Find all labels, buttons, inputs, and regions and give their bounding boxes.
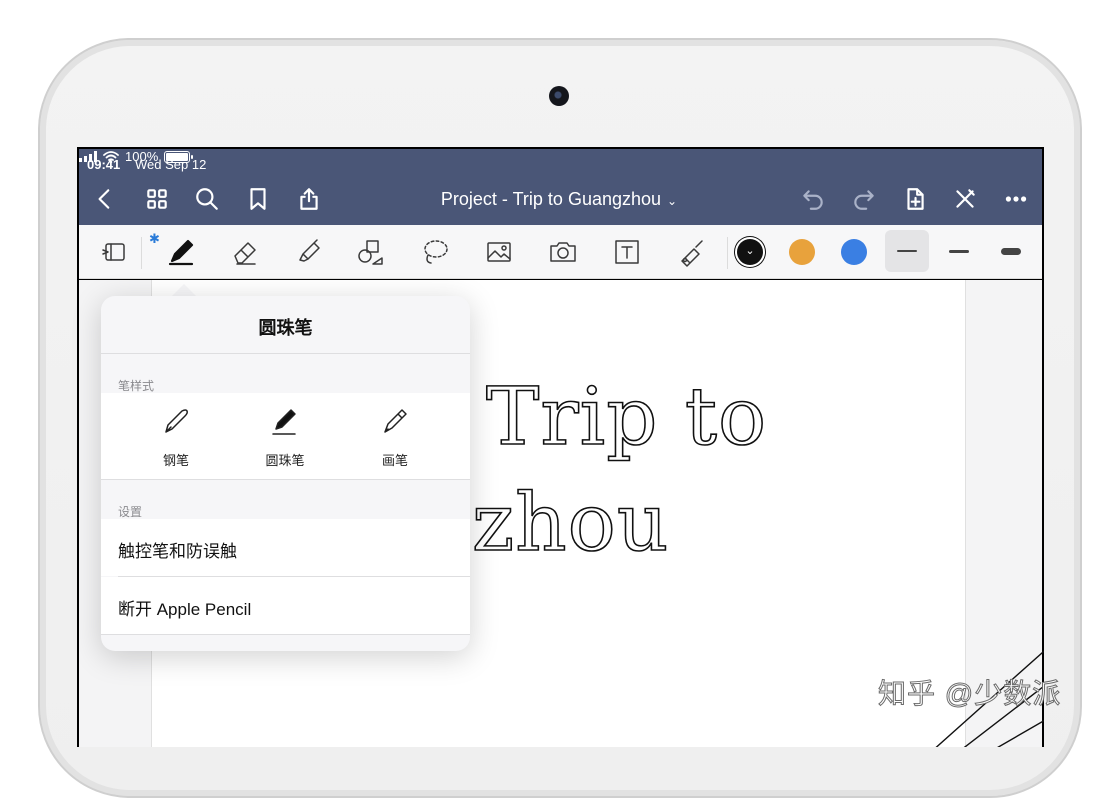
close-x-icon[interactable] <box>951 185 979 213</box>
stylus-palm-rejection-row[interactable]: 触控笔和防误触 <box>101 519 470 576</box>
front-camera <box>549 86 569 106</box>
watermark: 知乎 @少数派 <box>877 678 1062 710</box>
separator <box>101 353 470 354</box>
laser-pointer-icon[interactable] <box>671 233 711 271</box>
ballpoint-pen-icon <box>272 409 296 435</box>
handwritten-line-1: Trip to <box>485 369 768 464</box>
camera-icon[interactable] <box>543 233 583 271</box>
pen-style-label: 钢笔 <box>162 453 189 468</box>
eraser-icon[interactable] <box>225 233 265 271</box>
text-box-icon[interactable] <box>607 233 647 271</box>
grid-icon[interactable] <box>143 185 171 213</box>
document-title[interactable]: Project - Trip to Guangzhou ⌄ <box>379 189 739 210</box>
status-time: 09:41 <box>87 157 121 172</box>
add-page-icon[interactable] <box>901 185 929 213</box>
setting-label: 断开 Apple Pencil <box>118 600 252 619</box>
top-bar: 09:41 Wed Sep 12 100% Project - Trip to … <box>79 149 1042 225</box>
highlighter-icon[interactable] <box>289 233 329 271</box>
settings-header: 设置 <box>118 505 143 519</box>
separator <box>101 634 470 635</box>
battery-icon <box>164 150 194 163</box>
chevron-down-icon: ⌄ <box>667 194 678 208</box>
more-icon[interactable] <box>1002 185 1030 213</box>
bluetooth-icon: ✱ <box>149 231 160 246</box>
disconnect-pencil-row[interactable]: 断开 Apple Pencil <box>101 577 470 634</box>
popover-title: 圆珠笔 <box>258 318 313 338</box>
color-swatch-orange[interactable] <box>789 239 815 265</box>
separator <box>101 479 470 480</box>
pen-style-ballpoint[interactable]: 圆珠笔 <box>245 403 325 469</box>
color-swatch-blue[interactable] <box>841 239 867 265</box>
pen-icon[interactable] <box>161 233 201 271</box>
document-title-text: Project - Trip to Guangzhou <box>440 189 662 209</box>
redo-icon[interactable] <box>850 185 878 213</box>
back-chevron-icon[interactable] <box>91 185 119 213</box>
pen-style-label: 圆珠笔 <box>265 453 305 468</box>
pen-style-brush[interactable]: 画笔 <box>355 403 435 469</box>
setting-label: 触控笔和防误触 <box>118 542 237 561</box>
pen-style-header: 笔样式 <box>118 379 155 393</box>
shapes-icon[interactable] <box>351 233 391 271</box>
stroke-medium-button[interactable] <box>937 230 981 272</box>
toolbar-divider <box>141 237 142 269</box>
status-indicators: 100% <box>79 149 1042 164</box>
drawing-toolbar: ✱ ⌄ <box>79 225 1042 279</box>
read-mode-icon[interactable] <box>95 233 135 271</box>
brush-pen-icon <box>384 409 407 433</box>
stroke-thick-button[interactable] <box>989 230 1033 272</box>
toolbar-divider <box>727 237 728 269</box>
pen-style-fountain[interactable]: 钢笔 <box>136 403 216 469</box>
bookmark-icon[interactable] <box>244 185 272 213</box>
stroke-thin-button[interactable] <box>885 230 929 272</box>
pen-style-options: 钢笔 圆珠笔 画笔 <box>101 393 470 479</box>
pen-settings-popover: 圆珠笔 笔样式 钢笔 圆珠笔 画笔 设置 触控笔和防误触 断开 Apple Pe… <box>101 296 470 651</box>
chevron-down-icon: ⌄ <box>745 245 755 257</box>
fountain-pen-icon <box>165 409 188 433</box>
pen-style-label: 画笔 <box>381 453 408 468</box>
lasso-icon[interactable] <box>415 233 455 271</box>
share-icon[interactable] <box>295 185 323 213</box>
handwritten-line-2: zhou <box>471 475 670 570</box>
color-swatch-black[interactable]: ⌄ <box>737 239 763 265</box>
search-icon[interactable] <box>193 185 221 213</box>
undo-icon[interactable] <box>799 185 827 213</box>
image-icon[interactable] <box>479 233 519 271</box>
